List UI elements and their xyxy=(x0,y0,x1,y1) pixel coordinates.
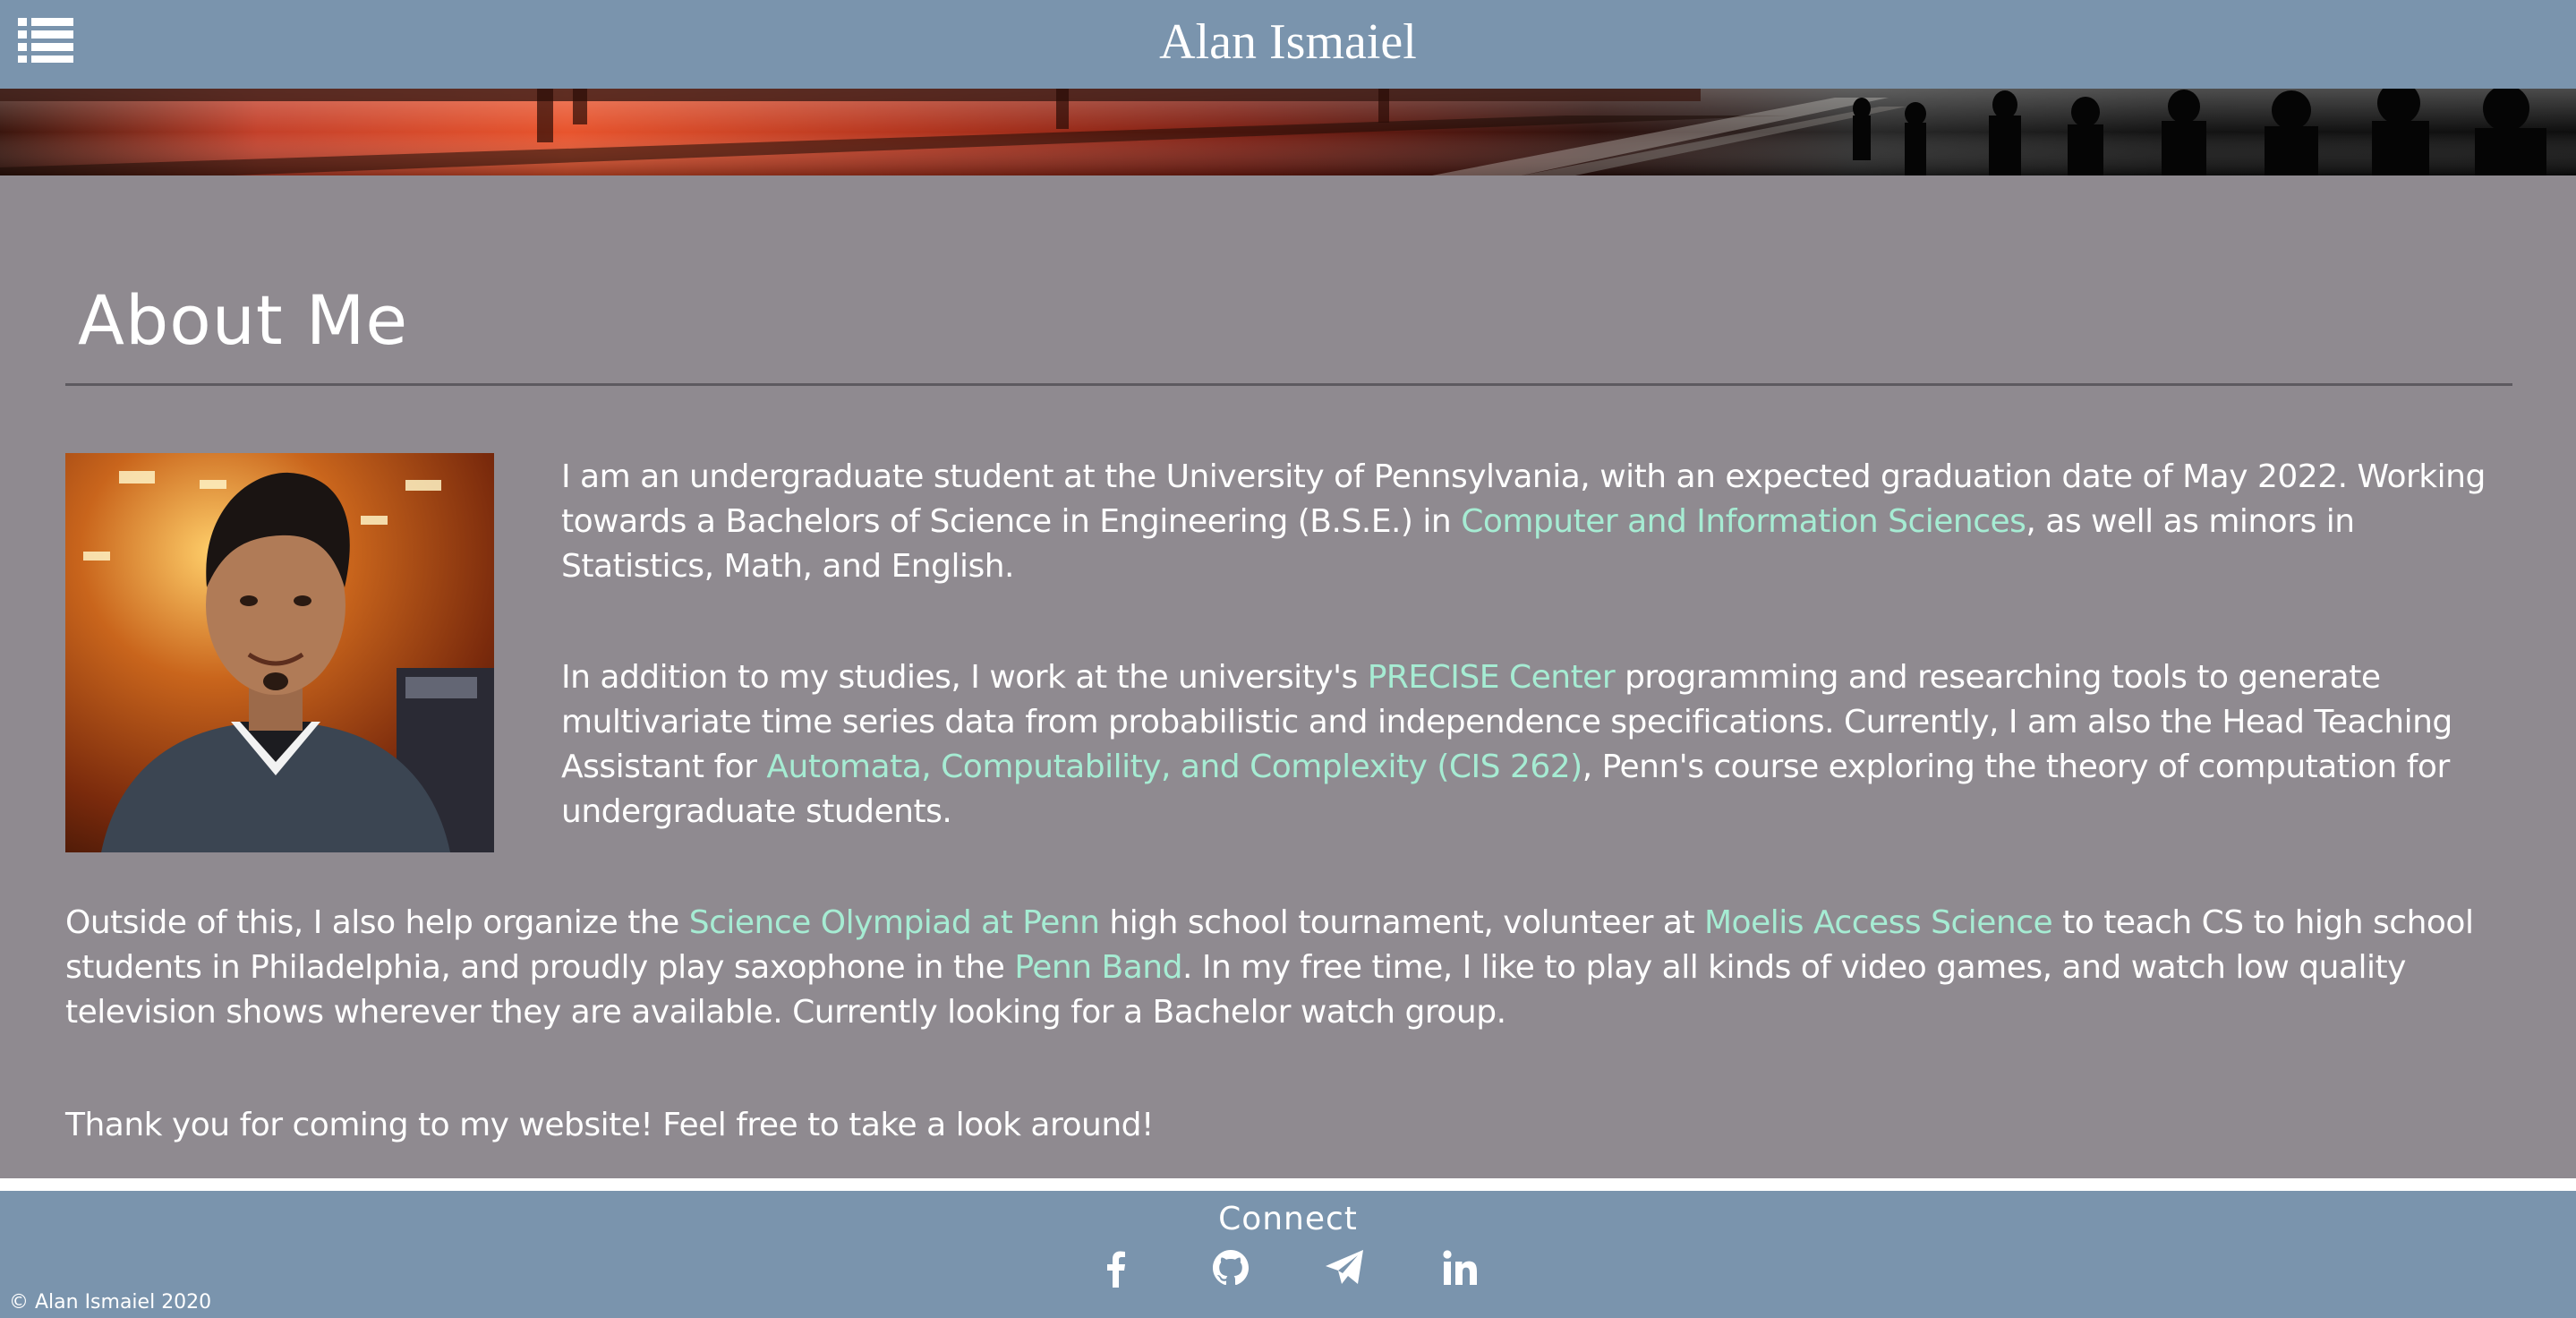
activities-text-1: Outside of this, I also help organize th… xyxy=(65,904,689,941)
work-paragraph: In addition to my studies, I work at the… xyxy=(561,655,2512,834)
facebook-icon[interactable] xyxy=(1091,1243,1141,1293)
connect-label: Connect xyxy=(1218,1201,1358,1237)
page-title: About Me xyxy=(78,280,409,360)
activities-paragraph: Outside of this, I also help organize th… xyxy=(65,901,2518,1035)
thanks-paragraph: Thank you for coming to my website! Feel… xyxy=(65,1107,1154,1143)
link-moelis-access-science[interactable]: Moelis Access Science xyxy=(1704,904,2053,941)
github-icon[interactable] xyxy=(1206,1243,1256,1293)
profile-photo xyxy=(65,453,494,852)
subway-banner-image xyxy=(0,89,2576,175)
link-computer-information-sciences[interactable]: Computer and Information Sciences xyxy=(1461,503,2026,540)
link-precise-center[interactable]: PRECISE Center xyxy=(1368,659,1616,696)
link-penn-band[interactable]: Penn Band xyxy=(1014,949,1182,986)
intro-paragraph: I am an undergraduate student at the Uni… xyxy=(561,455,2512,589)
site-title[interactable]: Alan Ismaiel xyxy=(0,0,2576,85)
footer-divider xyxy=(0,1178,2576,1191)
page: Alan Ismaiel About Me I am an undergradu… xyxy=(0,0,2576,1318)
heading-divider xyxy=(65,383,2512,386)
work-text-1: In addition to my studies, I work at the… xyxy=(561,659,1368,696)
banner-artwork xyxy=(0,89,2576,175)
footer: Connect © Alan Ismaiel 2020 xyxy=(0,1191,2576,1318)
telegram-icon[interactable] xyxy=(1320,1243,1370,1293)
copyright-notice: © Alan Ismaiel 2020 xyxy=(9,1291,212,1314)
header-bar: Alan Ismaiel xyxy=(0,0,2576,89)
link-science-olympiad[interactable]: Science Olympiad at Penn xyxy=(689,904,1100,941)
link-cis-262[interactable]: Automata, Computability, and Complexity … xyxy=(766,749,1582,785)
linkedin-icon[interactable] xyxy=(1435,1243,1485,1293)
activities-text-2: high school tournament, volunteer at xyxy=(1099,904,1704,941)
about-section: About Me I am an undergraduate student a… xyxy=(0,175,2576,1178)
